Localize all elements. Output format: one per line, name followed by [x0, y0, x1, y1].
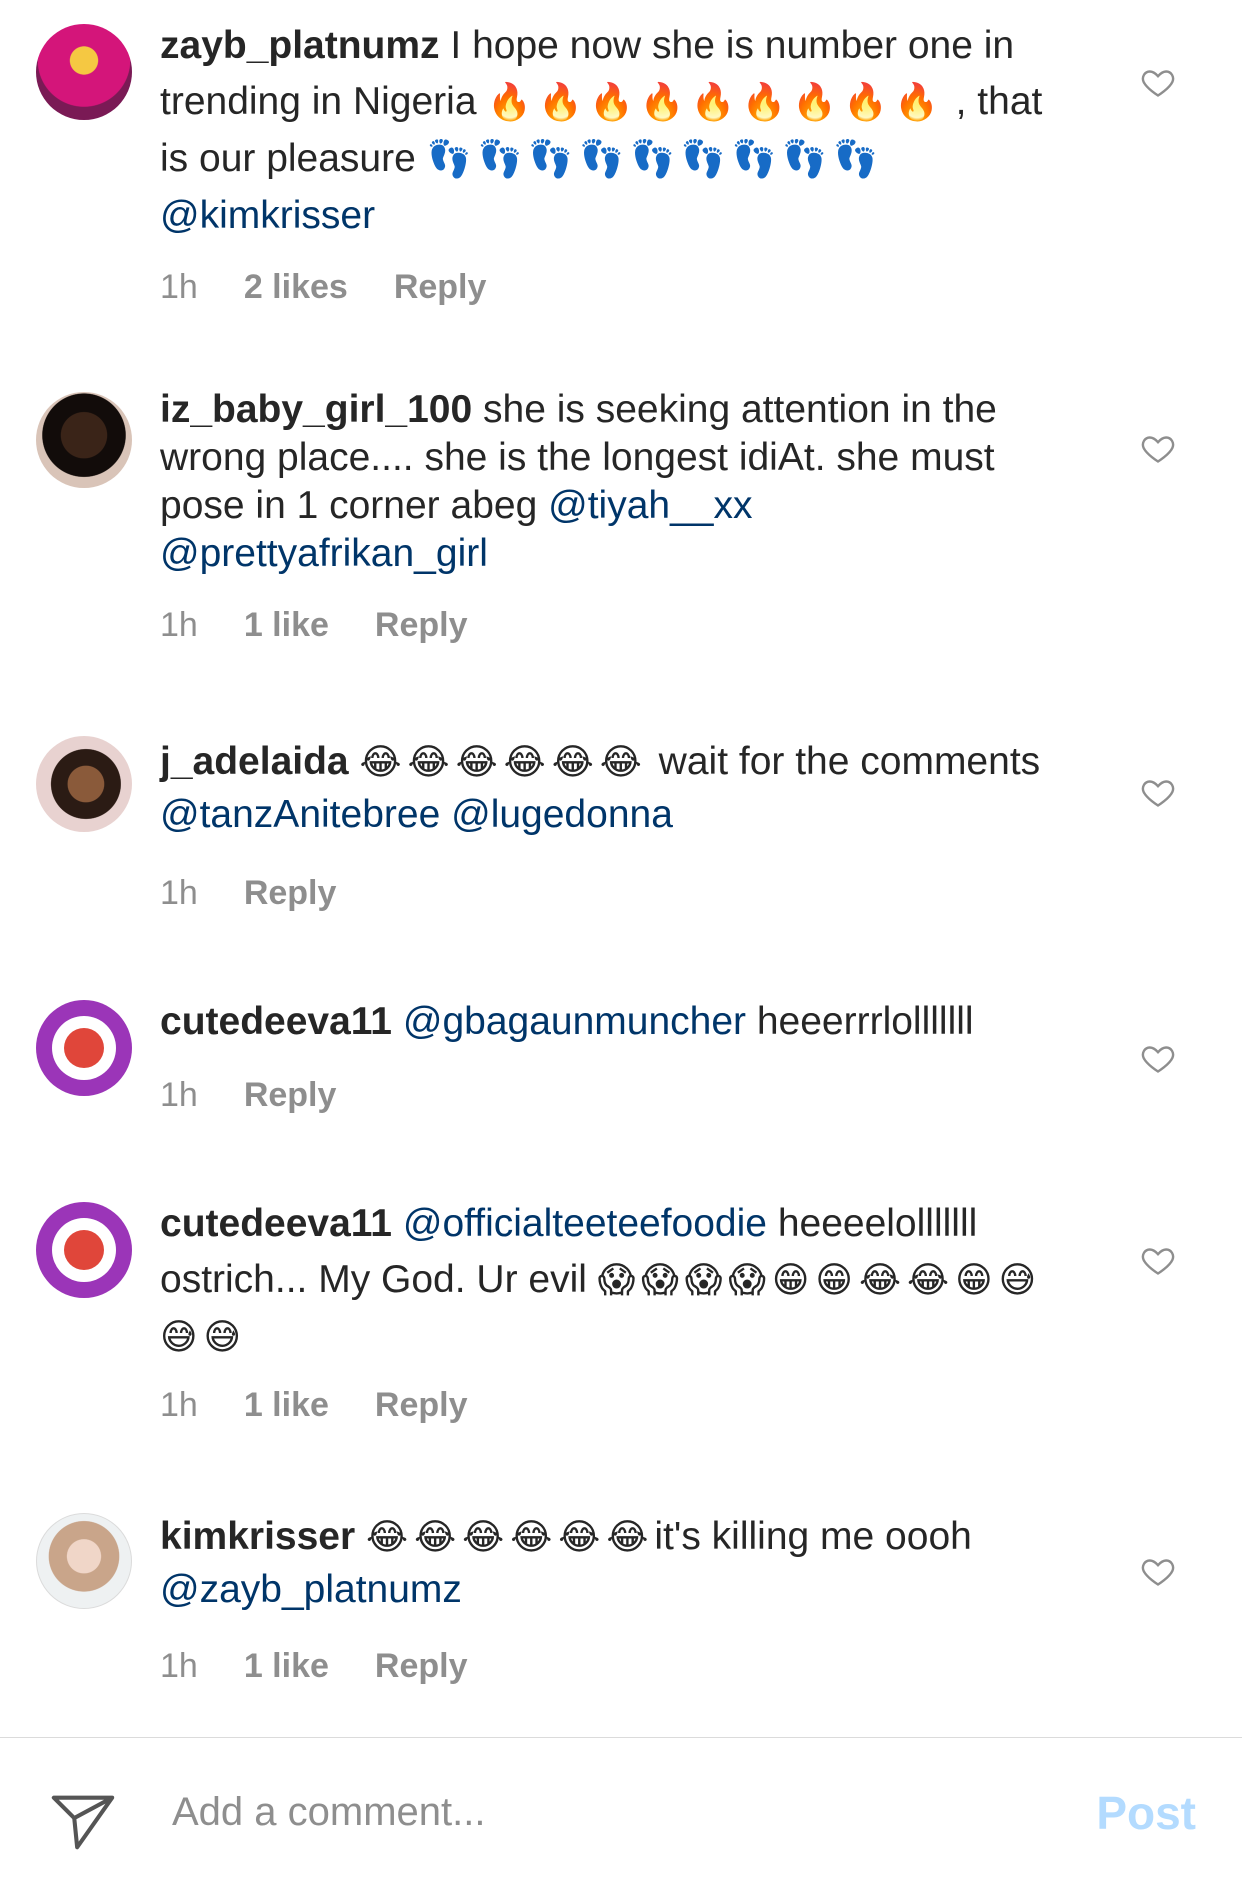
likes-count[interactable]: 1 like — [244, 1647, 329, 1685]
timestamp: 1h — [160, 1076, 198, 1114]
heart-icon[interactable] — [1140, 1040, 1176, 1076]
comment-body: j_adelaida 😂😂😂😂😂😂 wait for the comments … — [160, 740, 1041, 836]
comment-body: zayb_platnumz I hope now she is number o… — [160, 24, 1043, 237]
timestamp: 1h — [160, 606, 198, 644]
reply-button[interactable]: Reply — [375, 1386, 468, 1424]
emoji: 👣👣👣👣👣👣👣👣👣 — [426, 139, 885, 180]
composer-divider — [0, 1737, 1242, 1738]
comment-meta: 1h 1 like Reply — [160, 606, 514, 645]
emoji: 🔥🔥🔥🔥🔥🔥🔥🔥🔥 — [487, 82, 945, 123]
heart-icon[interactable] — [1140, 774, 1176, 810]
send-icon[interactable] — [46, 1786, 120, 1856]
timestamp: 1h — [160, 1386, 198, 1424]
avatar[interactable] — [36, 392, 132, 488]
comment-meta: 1h 1 like Reply — [160, 1647, 514, 1686]
comment-username[interactable]: kimkrisser — [160, 1515, 355, 1558]
comment-meta: 1h Reply — [160, 1076, 382, 1115]
mention-link[interactable]: @prettyafrikan_girl — [160, 532, 488, 575]
mention-link[interactable]: @gbagaunmuncher — [403, 1000, 746, 1043]
comment-username[interactable]: cutedeeva11 — [160, 1000, 392, 1043]
reply-button[interactable]: Reply — [375, 1647, 468, 1685]
timestamp: 1h — [160, 268, 198, 306]
likes-count[interactable]: 1 like — [244, 606, 329, 644]
timestamp: 1h — [160, 874, 198, 912]
emoji: 😂😂😂😂😂😂 — [359, 742, 648, 783]
reply-button[interactable]: Reply — [244, 1076, 337, 1114]
comment-body: cutedeeva11 @officialteeteefoodie heeeel… — [160, 1202, 1043, 1358]
comment-username[interactable]: zayb_platnumz — [160, 24, 440, 67]
add-comment-input[interactable]: Add a comment... — [172, 1790, 485, 1835]
mention-link[interactable]: @kimkrisser — [160, 194, 375, 237]
mention-link[interactable]: @officialteeteefoodie — [403, 1202, 767, 1245]
comment-body: iz_baby_girl_100 she is seeking attentio… — [160, 388, 997, 575]
timestamp: 1h — [160, 1647, 198, 1685]
avatar[interactable] — [36, 736, 132, 832]
avatar[interactable] — [36, 1513, 132, 1609]
comment-username[interactable]: iz_baby_girl_100 — [160, 388, 472, 431]
likes-count[interactable]: 1 like — [244, 1386, 329, 1424]
reply-button[interactable]: Reply — [394, 268, 487, 306]
mention-link[interactable]: @lugedonna — [451, 793, 673, 836]
post-button[interactable]: Post — [1096, 1786, 1196, 1840]
comment-body: kimkrisser 😂😂😂😂😂😂it's killing me oooh @z… — [160, 1515, 972, 1611]
comment-meta: 1h Reply — [160, 874, 382, 913]
reply-button[interactable]: Reply — [375, 606, 468, 644]
emoji: 😂😂😂😂😂😂 — [366, 1517, 655, 1558]
mention-link[interactable]: @tiyah__xx — [548, 484, 752, 527]
comment-meta: 1h 1 like Reply — [160, 1386, 514, 1425]
avatar[interactable] — [36, 24, 132, 120]
mention-link[interactable]: @tanzAnitebree — [160, 793, 440, 836]
avatar[interactable] — [36, 1202, 132, 1298]
comment-username[interactable]: cutedeeva11 — [160, 1202, 392, 1245]
heart-icon[interactable] — [1140, 1242, 1176, 1278]
mention-link[interactable]: @zayb_platnumz — [160, 1568, 462, 1611]
avatar[interactable] — [36, 1000, 132, 1096]
comment-meta: 1h 2 likes Reply — [160, 268, 532, 307]
comment-username[interactable]: j_adelaida — [160, 740, 349, 783]
comment-body: cutedeeva11 @gbagaunmuncher heeerrrlolll… — [160, 1000, 974, 1043]
heart-icon[interactable] — [1140, 64, 1176, 100]
heart-icon[interactable] — [1140, 1553, 1176, 1589]
reply-button[interactable]: Reply — [244, 874, 337, 912]
heart-icon[interactable] — [1140, 430, 1176, 466]
likes-count[interactable]: 2 likes — [244, 268, 348, 306]
